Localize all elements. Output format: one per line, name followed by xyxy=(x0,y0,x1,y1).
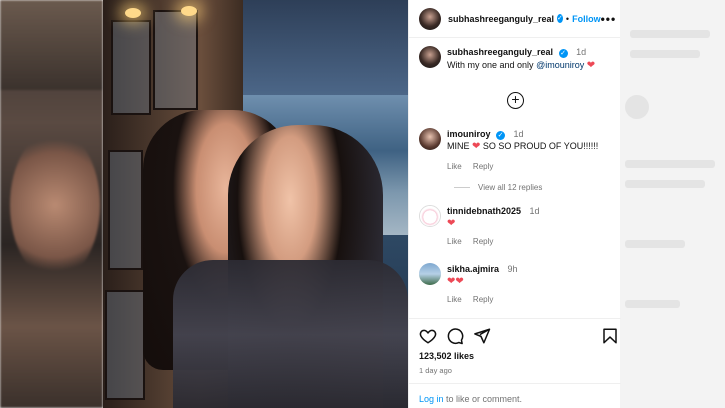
caption-time: 1d xyxy=(576,47,587,57)
reply-comment-button[interactable]: Reply xyxy=(473,162,493,171)
post-side-panel: subhashreeganguly_real ✓ • Follow ••• su… xyxy=(408,0,621,408)
caption-author-username[interactable]: subhashreeganguly_real xyxy=(447,47,553,57)
post-header: subhashreeganguly_real ✓ • Follow ••• xyxy=(409,0,620,38)
comment-icon[interactable] xyxy=(446,327,464,345)
commenter-username[interactable]: sikha.ajmira xyxy=(447,264,499,274)
comment-time: 1d xyxy=(513,129,524,139)
verified-badge-icon: ✓ xyxy=(558,49,568,58)
comment-text: ❤ xyxy=(447,217,540,230)
red-heart-emoji: ❤ xyxy=(586,60,596,71)
red-heart-emoji: ❤ xyxy=(472,141,481,152)
red-heart-emoji: ❤ xyxy=(447,218,456,229)
reply-comment-button[interactable]: Reply xyxy=(473,295,493,304)
comment-item: tinnidebnath2025 1d ❤ Like Reply xyxy=(419,205,614,248)
commenter-avatar[interactable] xyxy=(419,263,441,285)
commenter-username[interactable]: imouniroy xyxy=(447,129,491,139)
comment-item: imouniroy ✓ 1d MINE ❤ SO SO PROUD OF YOU… xyxy=(419,128,614,173)
caption-mention-link[interactable]: @imouniroy xyxy=(536,60,584,70)
post-image[interactable] xyxy=(103,0,408,408)
blurred-background-left xyxy=(0,0,103,408)
like-comment-button[interactable]: Like xyxy=(447,237,462,246)
caption-author-avatar[interactable] xyxy=(419,46,441,68)
plus-circle-icon[interactable]: + xyxy=(507,92,524,109)
more-options-icon[interactable]: ••• xyxy=(601,12,617,26)
follow-button[interactable]: Follow xyxy=(572,14,601,24)
bookmark-icon[interactable] xyxy=(601,327,619,345)
comment-text: ❤❤ xyxy=(447,275,518,288)
post-viewer: subhashreeganguly_real ✓ • Follow ••• su… xyxy=(0,0,725,408)
post-caption: subhashreeganguly_real ✓ 1d With my one … xyxy=(409,38,620,72)
reply-comment-button[interactable]: Reply xyxy=(473,237,493,246)
commenter-username[interactable]: tinnidebnath2025 xyxy=(447,206,521,216)
verified-badge-icon: ✓ xyxy=(496,131,506,140)
login-link[interactable]: Log in xyxy=(419,394,444,404)
comment-time: 1d xyxy=(529,206,540,216)
verified-badge-icon: ✓ xyxy=(557,14,563,23)
like-comment-button[interactable]: Like xyxy=(447,295,462,304)
likes-count[interactable]: 123,502 likes xyxy=(419,351,474,361)
post-actions-bar xyxy=(419,327,619,347)
commenter-avatar[interactable] xyxy=(419,205,441,227)
caption-text: With my one and only @imouniroy ❤ xyxy=(447,60,596,71)
divider xyxy=(409,318,621,319)
red-heart-emoji: ❤ xyxy=(455,276,464,287)
post-date[interactable]: 1 day ago xyxy=(419,366,452,375)
comment-text: MINE ❤ SO SO PROUD OF YOU!!!!!! xyxy=(447,141,599,152)
commenter-avatar[interactable] xyxy=(419,128,441,150)
separator-dot: • xyxy=(565,13,570,24)
login-prompt: Log in to like or comment. xyxy=(419,394,523,404)
share-icon[interactable] xyxy=(473,327,491,345)
comment-time: 9h xyxy=(507,264,518,274)
blurred-background-right xyxy=(620,0,725,408)
heart-icon[interactable] xyxy=(419,327,437,345)
author-avatar[interactable] xyxy=(419,7,441,30)
like-comment-button[interactable]: Like xyxy=(447,162,462,171)
author-username[interactable]: subhashreeganguly_real xyxy=(448,14,554,24)
comment-item: sikha.ajmira 9h ❤❤ Like Reply xyxy=(419,263,614,306)
divider xyxy=(409,383,621,384)
view-replies-button[interactable]: View all 12 replies xyxy=(454,183,542,192)
